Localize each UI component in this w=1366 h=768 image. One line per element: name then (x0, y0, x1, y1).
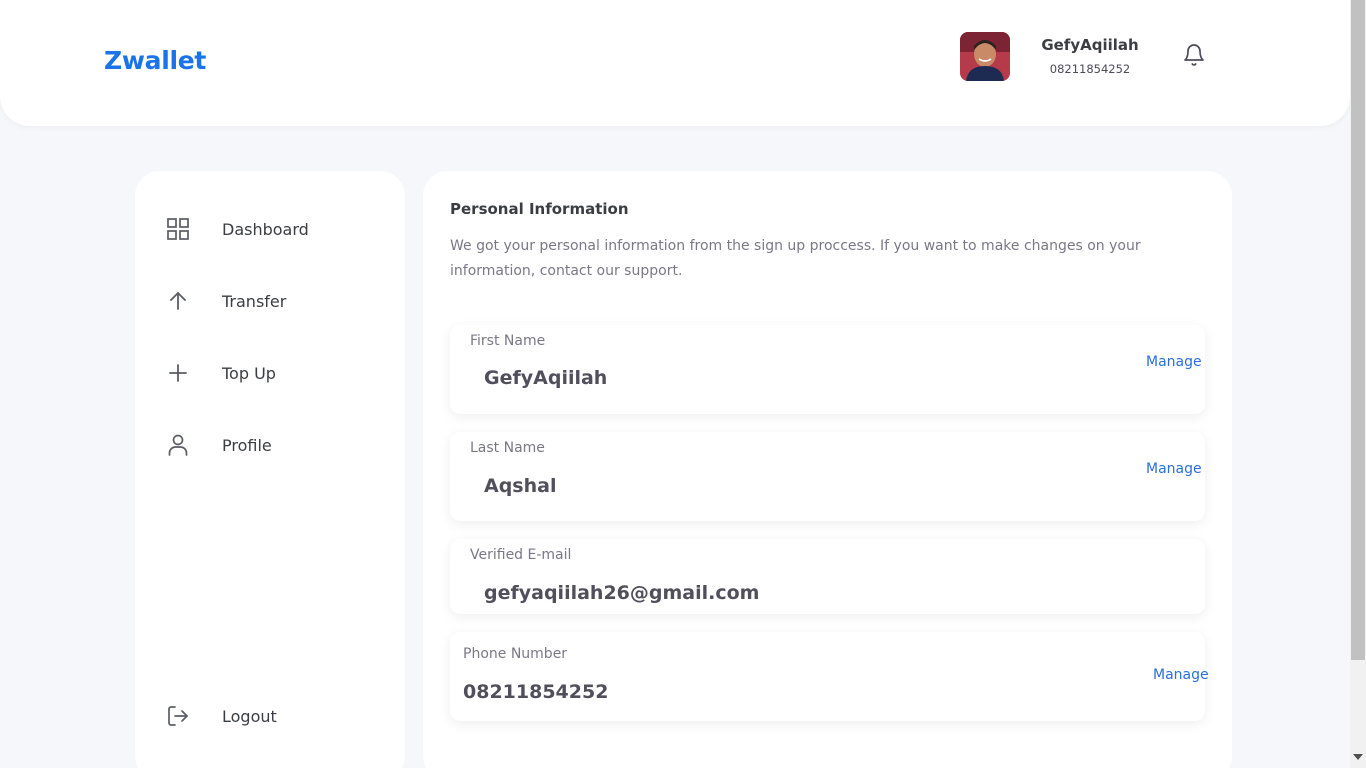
page-title: Personal Information (450, 200, 629, 218)
page-description: We got your personal information from th… (450, 238, 1141, 279)
plus-icon (165, 360, 191, 386)
phone-number-card: Phone Number 08211854252 Manage (450, 632, 1209, 721)
sidebar-item-transfer[interactable]: Transfer (165, 285, 385, 317)
sidebar-item-label: Top Up (222, 363, 276, 383)
sidebar-item-dashboard[interactable]: Dashboard (165, 213, 385, 245)
field-label: Phone Number (463, 646, 568, 662)
logout-icon (165, 703, 191, 729)
manage-last-name-link[interactable]: Manage (1146, 461, 1202, 477)
scroll-down-arrow-icon[interactable] (1353, 754, 1363, 760)
field-label: First Name (470, 333, 546, 349)
bell-icon[interactable] (1182, 43, 1206, 67)
first-name-value: GefyAqiilah (484, 367, 608, 389)
sidebar-item-label: Dashboard (222, 219, 309, 239)
app-logo[interactable]: Zwallet (104, 46, 206, 75)
sidebar-item-profile[interactable]: Profile (165, 429, 385, 461)
arrow-up-icon (165, 288, 191, 314)
user-phone: 08211854252 (1049, 62, 1131, 76)
personal-information-panel: Personal Information We got your persona… (423, 171, 1232, 768)
scrollbar-thumb[interactable] (1351, 0, 1365, 660)
first-name-card: First Name GefyAqiilah Manage (450, 325, 1205, 414)
sidebar: Dashboard Transfer Top Up Profile Logout (135, 171, 405, 768)
field-label: Last Name (470, 440, 545, 456)
user-name: GefyAqiilah (1041, 36, 1139, 54)
email-value: gefyaqiilah26@gmail.com (484, 582, 760, 604)
last-name-value: Aqshal (484, 475, 557, 497)
logout-label: Logout (222, 706, 277, 726)
top-header: Zwallet GefyAqiilah 08211854252 (0, 0, 1350, 126)
sidebar-item-top-up[interactable]: Top Up (165, 357, 385, 389)
field-label: Verified E-mail (470, 547, 572, 563)
user-icon (165, 432, 191, 458)
manage-first-name-link[interactable]: Manage (1146, 354, 1202, 370)
sidebar-item-label: Profile (222, 435, 272, 455)
phone-number-value: 08211854252 (463, 681, 609, 703)
avatar[interactable] (960, 32, 1010, 81)
last-name-card: Last Name Aqshal Manage (450, 432, 1205, 521)
logout-button[interactable]: Logout (165, 700, 385, 732)
verified-email-card: Verified E-mail gefyaqiilah26@gmail.com (450, 539, 1205, 614)
manage-phone-number-link[interactable]: Manage (1153, 667, 1209, 683)
sidebar-item-label: Transfer (222, 291, 287, 311)
grid-icon (165, 216, 191, 242)
